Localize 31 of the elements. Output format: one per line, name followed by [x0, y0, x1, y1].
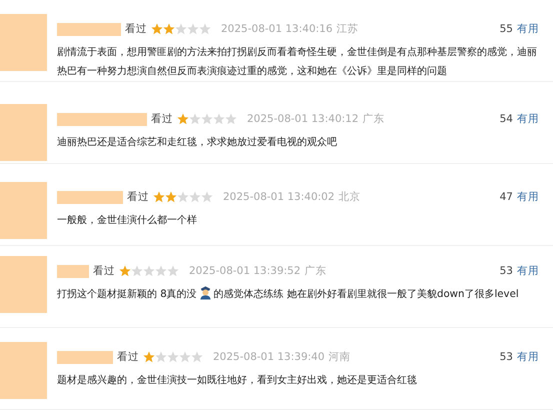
watch-status: 看过: [127, 190, 149, 204]
comment-time: 2025-08-01 13:40:12: [247, 113, 359, 125]
comment-text: 的感觉体态练练 她在剧外好看剧里就很一般了美貌down了很多level: [214, 289, 519, 300]
watch-status: 看过: [125, 22, 147, 36]
comment-text: 一般般，金世佳演什么都一个样: [57, 215, 197, 226]
useful-link[interactable]: 有用: [517, 350, 539, 364]
watch-status: 看过: [93, 264, 115, 278]
comment-text: 打拐这个题材挺新颖的 8真的没: [57, 289, 197, 300]
vote-count: 55: [500, 23, 513, 35]
useful-link[interactable]: 有用: [517, 22, 539, 36]
useful-link[interactable]: 有用: [517, 264, 539, 278]
comment-time: 2025-08-01 13:40:16: [221, 23, 333, 35]
comment-location: 广东: [304, 264, 327, 278]
comment-location: 河南: [328, 350, 351, 364]
comment-location: 广东: [362, 112, 385, 126]
comment-location: 北京: [338, 190, 361, 204]
comment-text: 剧情流于表面，想用警匪剧的方法来拍打拐剧反而看着奇怪生硬，金世佳倒是有点那种基层警察的感觉，迪丽热巴有一种努力想演自然但反而表演痕迹过重的感觉，这和她在《公诉》里是同样的问题: [57, 47, 537, 77]
comment-time: 2025-08-01 13:39:40: [213, 351, 325, 363]
vote-count: 54: [500, 113, 513, 125]
useful-link[interactable]: 有用: [517, 112, 539, 126]
comment-time: 2025-08-01 13:39:52: [189, 265, 301, 277]
comment-location: 江苏: [336, 22, 359, 36]
vote-count: 47: [500, 191, 513, 203]
comment-text: 题材是感兴趣的，金世佳演技一如既往地好，看到女主好出戏，她还是更适合红毯: [57, 375, 417, 386]
vote-count: 53: [500, 351, 513, 363]
vote-count: 53: [500, 265, 513, 277]
watch-status: 看过: [151, 112, 173, 126]
watch-status: 看过: [117, 350, 139, 364]
comment-time: 2025-08-01 13:40:02: [223, 191, 335, 203]
comment-text: 迪丽热巴还是适合综艺和走红毯，求求她放过爱看电视的观众吧: [57, 137, 337, 148]
useful-link[interactable]: 有用: [517, 190, 539, 204]
